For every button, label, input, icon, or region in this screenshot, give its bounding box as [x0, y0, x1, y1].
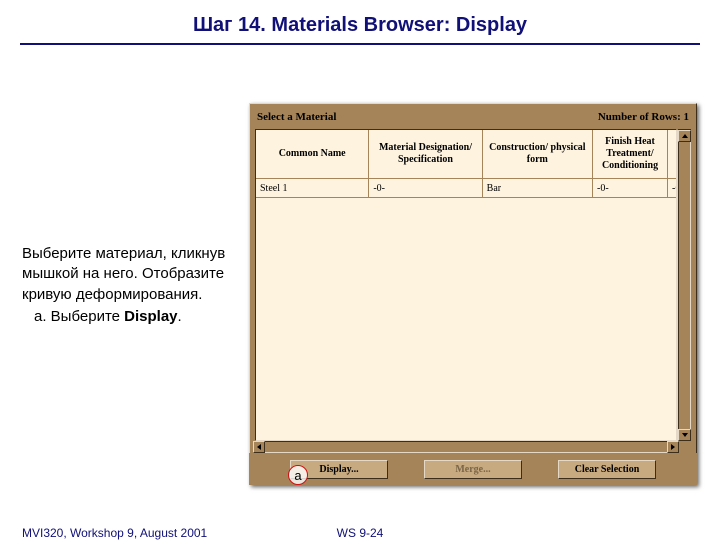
dialog-title: Select a Material [257, 111, 336, 123]
scroll-down-button[interactable] [678, 429, 691, 441]
slide-footer: MVI320, Workshop 9, August 2001 WS 9-24 [0, 526, 720, 540]
materials-browser-window: Select a Material Number of Rows: 1 Comm… [249, 103, 697, 485]
scroll-right-button[interactable] [667, 441, 679, 453]
cell-extra: -C [668, 179, 676, 197]
row-count-label: Number of Rows: 1 [598, 111, 689, 123]
chevron-down-icon [682, 433, 688, 437]
sub-a-prefix: a. Выберите [34, 308, 124, 325]
cell-finish: -0- [593, 179, 668, 197]
horizontal-scrollbar[interactable] [253, 441, 679, 453]
dialog-header: Select a Material Number of Rows: 1 [253, 107, 693, 127]
sub-a-suffix: . [178, 308, 182, 325]
title-divider [20, 43, 700, 45]
column-header-row: Common Name Material Designation/ Specif… [256, 130, 676, 179]
table-area: Common Name Material Designation/ Specif… [255, 129, 691, 441]
cell-designation: -0- [369, 179, 482, 197]
col-designation[interactable]: Material Designation/ Specification [369, 130, 482, 178]
dialog-button-row: Display... Merge... Clear Selection [249, 453, 697, 485]
col-extra [668, 130, 676, 178]
col-finish[interactable]: Finish Heat Treatment/ Conditioning [593, 130, 668, 178]
chevron-up-icon [682, 134, 688, 138]
sub-a-display-word: Display [124, 308, 177, 325]
callout-a-marker: a [288, 465, 308, 485]
clear-selection-button[interactable]: Clear Selection [558, 460, 656, 479]
materials-table: Common Name Material Designation/ Specif… [255, 129, 677, 441]
scrollbar-corner [679, 441, 693, 453]
footer-left: MVI320, Workshop 9, August 2001 [22, 526, 207, 540]
instructions-block: Выберите материал, кликнув мышкой на нег… [22, 244, 237, 327]
cell-common-name: Steel 1 [256, 179, 369, 197]
instructions-sub-a: a. Выберите Display. [34, 307, 237, 327]
window-inner: Select a Material Number of Rows: 1 Comm… [253, 107, 693, 441]
horizontal-scrollbar-row [253, 441, 693, 453]
instructions-main: Выберите материал, кликнув мышкой на нег… [22, 245, 225, 303]
cell-construction: Bar [483, 179, 593, 197]
page-title: Шаг 14. Materials Browser: Display [0, 14, 720, 37]
vertical-scrollbar[interactable] [677, 129, 691, 441]
scroll-up-button[interactable] [678, 130, 691, 142]
scroll-left-button[interactable] [253, 441, 265, 453]
table-empty-area [256, 198, 676, 440]
vscroll-track[interactable] [678, 142, 691, 429]
hscroll-track[interactable] [265, 441, 667, 453]
col-construction[interactable]: Construction/ physical form [483, 130, 593, 178]
col-common-name[interactable]: Common Name [256, 130, 369, 178]
merge-button: Merge... [424, 460, 522, 479]
chevron-left-icon [257, 444, 261, 450]
chevron-right-icon [671, 444, 675, 450]
table-row[interactable]: Steel 1 -0- Bar -0- -C [256, 179, 676, 198]
